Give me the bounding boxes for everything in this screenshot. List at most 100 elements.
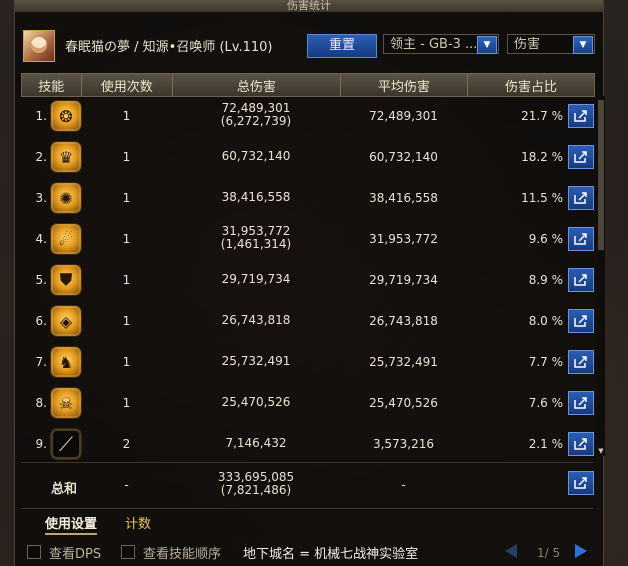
row-total: 25,470,526 — [221, 395, 291, 409]
window-title-bar: 伤害统计 × — [15, 0, 603, 12]
share-button[interactable] — [568, 227, 594, 251]
table-row: 9. ⟋ 2 7,146,432 3,573,216 2.1 % — [21, 424, 594, 465]
table-header: 技能 使用次数 总伤害 平均伤害 伤害占比 — [21, 73, 595, 97]
row-pct: 2.1 % — [528, 437, 563, 451]
row-index: 7. — [35, 355, 47, 369]
row-pct: 8.9 % — [528, 273, 563, 287]
next-page-icon[interactable] — [575, 544, 587, 558]
row-index: 8. — [35, 396, 47, 410]
skill-icon: ❂ — [50, 100, 82, 132]
row-index: 3. — [35, 191, 47, 205]
row-uses: 1 — [122, 314, 131, 328]
show-dps-checkbox[interactable] — [27, 545, 41, 559]
footer: 查看DPS 查看技能顺序 地下城名 = 机械七战神实验室 1/ 5 — [15, 540, 603, 566]
export-icon — [574, 274, 587, 286]
col-uses[interactable]: 使用次数 — [82, 74, 173, 96]
export-icon — [574, 192, 587, 204]
row-total: 26,743,818 — [221, 313, 291, 327]
close-icon[interactable]: × — [601, 0, 603, 9]
share-button[interactable] — [568, 471, 594, 495]
chevron-down-icon[interactable]: ▼ — [573, 36, 593, 54]
mode-select-value: 伤害 — [514, 37, 541, 52]
character-name: 春眠猫の夢 / 知源•召唤师 (Lv.110) — [65, 40, 273, 55]
reset-button[interactable]: 重置 — [307, 34, 377, 58]
skill-list: 1. ❂ 1 72,489,301 (6,272,739) 72,489,301 … — [21, 96, 594, 465]
summary-total: 333,695,085 (7,821,486) — [172, 471, 340, 497]
tab-count[interactable]: 计数 — [125, 513, 151, 532]
target-select-value: 领主 - GB-3 ... — [390, 37, 478, 52]
row-total-sub: (1,461,314) — [220, 237, 292, 251]
row-total-sub: (6,272,739) — [220, 114, 292, 128]
row-total: 31,953,772 (1,461,314) — [172, 225, 340, 251]
scrollbar[interactable]: ▼ — [597, 96, 605, 456]
table-row: 7. ♞ 1 25,732,491 25,732,491 7.7 % — [21, 342, 594, 383]
row-avg: 38,416,558 — [369, 191, 438, 205]
share-button[interactable] — [568, 432, 594, 456]
row-pct: 21.7 % — [521, 109, 563, 123]
table-row: 5. ⛊ 1 29,719,734 29,719,734 8.9 % — [21, 260, 594, 301]
row-pct: 18.2 % — [521, 150, 563, 164]
show-order-checkbox[interactable] — [121, 545, 135, 559]
share-button[interactable] — [568, 350, 594, 374]
dungeon-name: 地下城名 = 机械七战神实验室 — [243, 547, 419, 562]
row-avg: 29,719,734 — [369, 273, 438, 287]
row-avg: 25,470,526 — [369, 396, 438, 410]
summary-total-sub: (7,821,486) — [220, 483, 292, 497]
header-row: 春眠猫の夢 / 知源•召唤师 (Lv.110) 重置 领主 - GB-3 ...… — [15, 26, 603, 62]
row-avg: 3,573,216 — [372, 437, 435, 451]
row-avg: 26,743,818 — [369, 314, 438, 328]
row-uses: 1 — [122, 191, 131, 205]
share-button[interactable] — [568, 104, 594, 128]
row-index: 5. — [35, 273, 47, 287]
row-total: 72,489,301 (6,272,739) — [172, 102, 340, 128]
avatar — [23, 30, 55, 62]
skill-icon: ✺ — [50, 182, 82, 214]
export-icon — [574, 477, 587, 489]
table-row: 4. ☄ 1 31,953,772 (1,461,314) 31,953,772 … — [21, 219, 594, 260]
row-total: 25,732,491 — [221, 354, 291, 368]
row-index: 4. — [35, 232, 47, 246]
col-total-damage[interactable]: 总伤害 — [173, 74, 341, 96]
row-total: 7,146,432 — [225, 436, 287, 450]
row-total-value: 72,489,301 — [221, 101, 291, 115]
row-avg: 72,489,301 — [369, 109, 438, 123]
row-index: 6. — [35, 314, 47, 328]
col-skill[interactable]: 技能 — [22, 74, 82, 96]
row-avg: 31,953,772 — [369, 232, 438, 246]
target-select[interactable]: 领主 - GB-3 ... ▼ — [383, 34, 499, 54]
row-total: 29,719,734 — [221, 272, 291, 286]
table-row: 2. ♛ 1 60,732,140 60,732,140 18.2 % — [21, 137, 594, 178]
normal-attack-icon: ⟋ — [50, 428, 82, 460]
share-button[interactable] — [568, 268, 594, 292]
row-total: 60,732,140 — [221, 149, 291, 163]
share-button[interactable] — [568, 391, 594, 415]
page-indicator: 1/ 5 — [537, 546, 561, 560]
tab-settings[interactable]: 使用设置 — [45, 513, 98, 535]
export-icon — [574, 397, 587, 409]
share-button[interactable] — [568, 186, 594, 210]
row-total: 38,416,558 — [221, 190, 291, 204]
skill-icon: ☠ — [50, 387, 82, 419]
scroll-down-icon[interactable]: ▼ — [597, 446, 605, 456]
skill-icon: ◈ — [50, 305, 82, 337]
table-row: 8. ☠ 1 25,470,526 25,470,526 7.6 % — [21, 383, 594, 424]
chevron-down-icon[interactable]: ▼ — [477, 36, 497, 54]
col-damage-share[interactable]: 伤害占比 — [468, 74, 594, 96]
row-pct: 11.5 % — [521, 191, 563, 205]
mode-select[interactable]: 伤害 ▼ — [507, 34, 595, 54]
row-uses: 2 — [122, 437, 131, 451]
row-index: 1. — [35, 109, 47, 123]
prev-page-icon[interactable] — [505, 544, 517, 558]
share-button[interactable] — [568, 309, 594, 333]
scrollbar-thumb[interactable] — [598, 100, 604, 250]
export-icon — [574, 356, 587, 368]
col-avg-damage[interactable]: 平均伤害 — [341, 74, 468, 96]
window-title: 伤害统计 — [287, 0, 331, 12]
row-pct: 8.0 % — [528, 314, 563, 328]
share-button[interactable] — [568, 145, 594, 169]
row-avg: 25,732,491 — [369, 355, 438, 369]
row-uses: 1 — [122, 109, 131, 123]
row-uses: 1 — [122, 150, 131, 164]
row-uses: 1 — [122, 355, 131, 369]
export-icon — [574, 233, 587, 245]
